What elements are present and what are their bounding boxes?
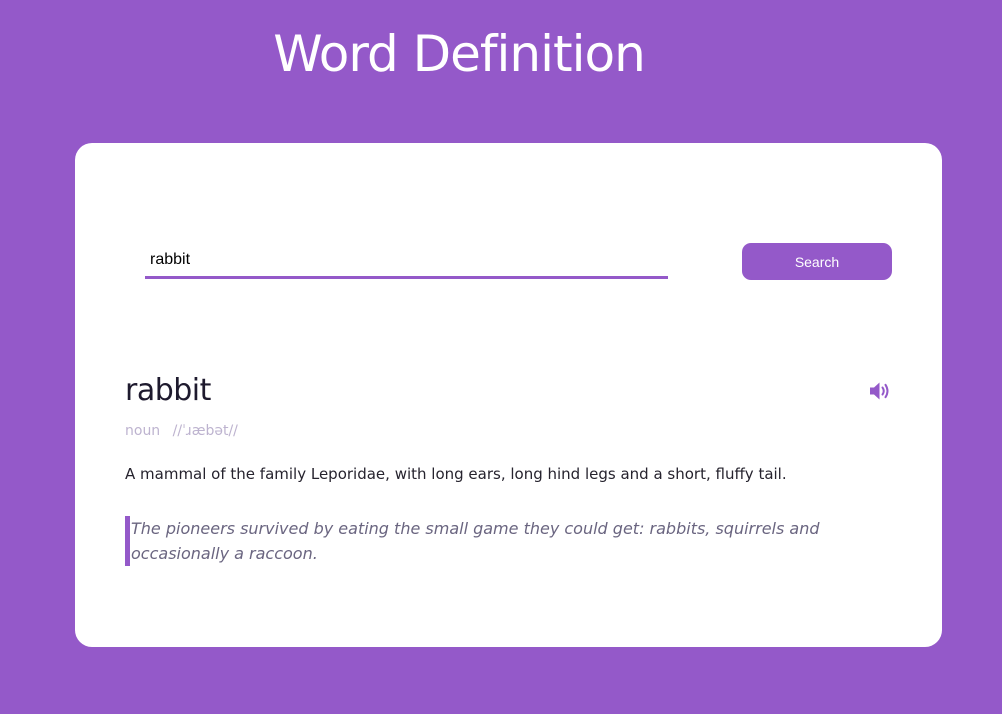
result-card: Search rabbit noun //ˈɹæbət// A mammal o… (75, 143, 942, 647)
page-title: Word Definition (273, 25, 646, 83)
definition-text: A mammal of the family Leporidae, with l… (125, 465, 787, 483)
word-heading: rabbit (125, 373, 211, 408)
speaker-volume-icon[interactable] (869, 381, 893, 401)
example-quote: The pioneers survived by eating the smal… (125, 516, 851, 566)
search-button[interactable]: Search (742, 243, 892, 280)
search-input[interactable] (145, 244, 668, 279)
phonetic-text: //ˈɹæbət// (172, 423, 238, 439)
word-meta: noun //ˈɹæbət// (125, 422, 238, 440)
part-of-speech: noun (125, 423, 161, 439)
